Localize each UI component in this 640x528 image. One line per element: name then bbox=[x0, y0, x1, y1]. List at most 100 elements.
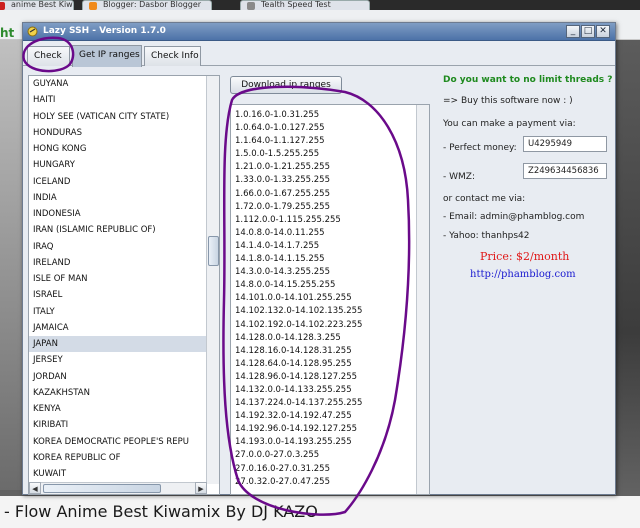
browser-tab-strip: anime Best Kiwa Blogger: Dasbor Blogger … bbox=[0, 0, 640, 10]
ip-range-item[interactable]: 14.3.0.0-14.3.255.255 bbox=[235, 266, 418, 279]
ip-range-item[interactable]: 1.66.0.0-1.67.255.255 bbox=[235, 188, 418, 201]
app-icon bbox=[27, 26, 38, 37]
country-item[interactable]: HONG KONG bbox=[29, 141, 207, 157]
tab-check-info[interactable]: Check Info bbox=[144, 46, 201, 66]
country-item[interactable]: KAZAKHSTAN bbox=[29, 385, 207, 401]
country-item[interactable]: IRAN (ISLAMIC REPUBLIC OF) bbox=[29, 222, 207, 238]
country-vertical-scrollbar[interactable] bbox=[206, 76, 219, 484]
lazy-ssh-window: Lazy SSH - Version 1.7.0 _ □ ✕ Check Get… bbox=[22, 22, 616, 495]
tab-check[interactable]: Check bbox=[27, 46, 70, 66]
ip-range-item[interactable]: 1.21.0.0-1.21.255.255 bbox=[235, 161, 418, 174]
browser-tab[interactable]: Tealth Speed Test bbox=[240, 0, 370, 10]
info-panel: Do you want to no limit threads ? => Buy… bbox=[443, 69, 613, 289]
ip-ranges-panel[interactable]: 1.0.16.0-1.0.31.255 1.0.64.0-1.0.127.255 1… bbox=[230, 104, 430, 495]
video-thumbnail-edge bbox=[0, 40, 22, 490]
browser-tab-label: anime Best Kiwa bbox=[11, 0, 74, 9]
scroll-thumb[interactable] bbox=[43, 484, 161, 493]
ip-range-item[interactable]: 14.137.224.0-14.137.255.255 bbox=[235, 397, 418, 410]
country-item[interactable]: KOREA REPUBLIC OF bbox=[29, 450, 207, 466]
ip-range-item[interactable]: 1.33.0.0-1.33.255.255 bbox=[235, 174, 418, 187]
website-link[interactable]: http://phamblog.com bbox=[470, 269, 576, 280]
price-text: Price: $2/month bbox=[480, 250, 570, 263]
ip-range-item[interactable]: 14.132.0.0-14.133.255.255 bbox=[235, 384, 418, 397]
ip-range-item[interactable]: 27.0.0.0-27.0.3.255 bbox=[235, 449, 418, 462]
ip-range-item[interactable]: 1.5.0.0-1.5.255.255 bbox=[235, 148, 418, 161]
ip-range-item[interactable]: 14.102.192.0-14.102.223.255 bbox=[235, 319, 418, 332]
country-item[interactable]: INDONESIA bbox=[29, 206, 207, 222]
country-horizontal-scrollbar[interactable]: ◀ ▶ bbox=[29, 482, 207, 494]
ip-range-item[interactable]: 1.0.64.0-1.0.127.255 bbox=[235, 122, 418, 135]
tab-get-ip-ranges[interactable]: Get IP ranges bbox=[72, 45, 142, 67]
close-button[interactable]: ✕ bbox=[596, 25, 610, 38]
country-item[interactable]: INDIA bbox=[29, 190, 207, 206]
country-item[interactable]: HOLY SEE (VATICAN CITY STATE) bbox=[29, 109, 207, 125]
perfect-money-field[interactable]: U4295949 bbox=[523, 136, 607, 152]
ip-range-item[interactable]: 14.128.96.0-14.128.127.255 bbox=[235, 371, 418, 384]
blogger-icon bbox=[89, 2, 97, 10]
country-item[interactable]: IRELAND bbox=[29, 255, 207, 271]
browser-tab[interactable]: Blogger: Dasbor Blogger bbox=[82, 0, 212, 10]
perfect-money-label: - Perfect money: bbox=[443, 143, 517, 153]
maximize-button[interactable]: □ bbox=[581, 25, 595, 38]
window-title: Lazy SSH - Version 1.7.0 bbox=[43, 26, 166, 36]
ip-range-item[interactable]: 14.1.4.0-14.1.7.255 bbox=[235, 240, 418, 253]
country-item[interactable]: HUNGARY bbox=[29, 157, 207, 173]
ip-range-item[interactable]: 27.0.32.0-27.0.47.255 bbox=[235, 476, 418, 489]
scroll-left-arrow[interactable]: ◀ bbox=[29, 482, 41, 494]
country-item[interactable]: ISRAEL bbox=[29, 287, 207, 303]
address-url: ht bbox=[0, 26, 15, 40]
wmz-label: - WMZ: bbox=[443, 172, 475, 182]
ip-range-item[interactable]: 14.0.8.0-14.0.11.255 bbox=[235, 227, 418, 240]
ip-vertical-scrollbar[interactable] bbox=[416, 105, 429, 494]
ip-range-item[interactable]: 14.102.132.0-14.102.135.255 bbox=[235, 305, 418, 318]
youtube-icon bbox=[0, 2, 5, 10]
ip-range-item[interactable]: 14.192.32.0-14.192.47.255 bbox=[235, 410, 418, 423]
page-icon bbox=[247, 2, 255, 10]
country-item[interactable]: ISLE OF MAN bbox=[29, 271, 207, 287]
country-item[interactable]: ITALY bbox=[29, 304, 207, 320]
ip-range-item[interactable]: 14.8.0.0-14.15.255.255 bbox=[235, 279, 418, 292]
ip-range-item[interactable]: 14.193.0.0-14.193.255.255 bbox=[235, 436, 418, 449]
country-item[interactable]: HAITI bbox=[29, 92, 207, 108]
ip-range-item[interactable]: 14.101.0.0-14.101.255.255 bbox=[235, 292, 418, 305]
ip-range-item[interactable]: 27.0.16.0-27.0.31.255 bbox=[235, 463, 418, 476]
ip-range-item[interactable]: 1.1.64.0-1.1.127.255 bbox=[235, 135, 418, 148]
browser-tab[interactable]: anime Best Kiwa bbox=[0, 0, 74, 10]
country-item[interactable]: ICELAND bbox=[29, 174, 207, 190]
scroll-right-arrow[interactable]: ▶ bbox=[195, 482, 207, 494]
download-ip-ranges-button[interactable]: Download ip ranges bbox=[230, 76, 342, 94]
country-item[interactable]: JERSEY bbox=[29, 352, 207, 368]
country-item[interactable]: GUYANA bbox=[29, 76, 207, 92]
window-titlebar[interactable]: Lazy SSH - Version 1.7.0 _ □ ✕ bbox=[23, 23, 615, 41]
promo-title: Do you want to no limit threads ? bbox=[443, 75, 613, 85]
ip-range-item[interactable]: 1.112.0.0-1.115.255.255 bbox=[235, 214, 418, 227]
ip-range-item[interactable]: 14.128.64.0-14.128.95.255 bbox=[235, 358, 418, 371]
ip-range-item[interactable]: 1.72.0.0-1.79.255.255 bbox=[235, 201, 418, 214]
country-item[interactable]: HONDURAS bbox=[29, 125, 207, 141]
ip-ranges-list[interactable]: 1.0.16.0-1.0.31.255 1.0.64.0-1.0.127.255 1… bbox=[235, 109, 418, 489]
wmz-field[interactable]: Z249634456836 bbox=[523, 163, 607, 179]
ip-range-item[interactable]: 14.128.0.0-14.128.3.255 bbox=[235, 332, 418, 345]
country-item[interactable]: JORDAN bbox=[29, 369, 207, 385]
country-item[interactable]: JAMAICA bbox=[29, 320, 207, 336]
country-item[interactable]: KENYA bbox=[29, 401, 207, 417]
country-item[interactable]: KUWAIT bbox=[29, 466, 207, 482]
ip-range-item[interactable]: 14.192.96.0-14.192.127.255 bbox=[235, 423, 418, 436]
tab-bar: Check Get IP ranges Check Info bbox=[23, 42, 615, 67]
ip-range-item[interactable]: 1.0.16.0-1.0.31.255 bbox=[235, 109, 418, 122]
ip-range-item[interactable]: 14.128.16.0-14.128.31.255 bbox=[235, 345, 418, 358]
country-list-panel[interactable]: GUYANA HAITI HOLY SEE (VATICAN CITY STATE)… bbox=[28, 75, 220, 495]
country-item[interactable]: KOREA DEMOCRATIC PEOPLE'S REPU bbox=[29, 434, 207, 450]
country-item[interactable]: KIRIBATI bbox=[29, 417, 207, 433]
country-item[interactable]: IRAQ bbox=[29, 239, 207, 255]
contact-line: or contact me via: bbox=[443, 194, 526, 204]
country-item[interactable]: JAPAN bbox=[29, 336, 207, 353]
browser-tab-label: Blogger: Dasbor Blogger bbox=[103, 0, 202, 9]
browser-tab-label: Tealth Speed Test bbox=[261, 0, 331, 9]
video-title[interactable]: - Flow Anime Best Kiwamix By DJ KAZO bbox=[4, 502, 318, 521]
scroll-thumb[interactable] bbox=[208, 236, 219, 266]
ip-range-item[interactable]: 14.1.8.0-14.1.15.255 bbox=[235, 253, 418, 266]
payment-line: You can make a payment via: bbox=[443, 119, 576, 129]
country-list[interactable]: GUYANA HAITI HOLY SEE (VATICAN CITY STATE)… bbox=[29, 76, 207, 494]
minimize-button[interactable]: _ bbox=[566, 25, 580, 38]
